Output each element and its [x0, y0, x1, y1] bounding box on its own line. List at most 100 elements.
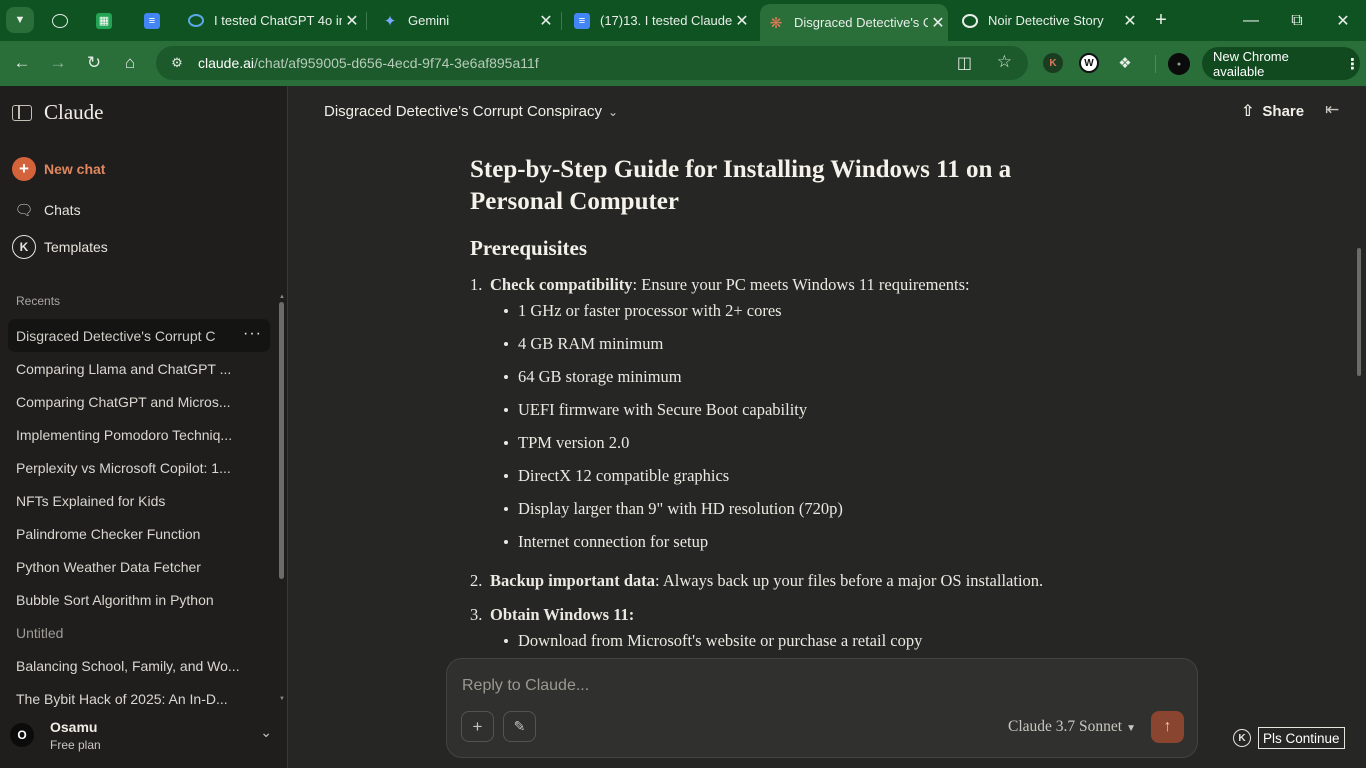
recent-chat-item[interactable]: Python Weather Data Fetcher: [8, 550, 270, 583]
tab-noir-detective[interactable]: Noir Detective Story ✕: [954, 0, 1140, 41]
recent-chat-title: Untitled: [16, 624, 64, 641]
conversation-title: Disgraced Detective's Corrupt Conspiracy: [324, 103, 602, 120]
recent-chat-item[interactable]: Comparing Llama and ChatGPT ...: [8, 352, 270, 385]
address-bar[interactable]: ⚙ claude.ai/chat/af959005-d656-4ecd-9f74…: [156, 46, 1028, 80]
close-icon[interactable]: ✕: [928, 13, 948, 33]
list-item: 64 GB storage minimum: [490, 365, 1110, 389]
scroll-up-icon[interactable]: ▲: [279, 294, 285, 300]
reply-composer[interactable]: Reply to Claude... + ✎ Claude 3.7 Sonnet…: [446, 658, 1198, 758]
tab-disgraced-detective[interactable]: ❋ Disgraced Detective's C ✕: [760, 4, 948, 41]
close-icon[interactable]: ✕: [1120, 11, 1140, 31]
tab-gemini[interactable]: ✦ Gemini ✕: [372, 0, 556, 41]
recent-chat-item[interactable]: Disgraced Detective's Corrupt C ···: [8, 319, 270, 352]
tab-pinned-2[interactable]: ▦: [88, 0, 120, 41]
browser-toolbar: ← → ↻ ⌂ ⚙ claude.ai/chat/af959005-d656-4…: [0, 41, 1366, 86]
chevron-down-icon: ▼: [1126, 723, 1136, 734]
step-title: Obtain Windows 11:: [490, 605, 635, 624]
recent-chat-item[interactable]: Palindrome Checker Function: [8, 517, 270, 550]
recent-chat-item[interactable]: Untitled: [8, 616, 270, 649]
recent-chat-item[interactable]: Perplexity vs Microsoft Copilot: 1...: [8, 451, 270, 484]
minimize-icon: —: [1243, 11, 1259, 29]
extension-w-icon[interactable]: W: [1079, 53, 1099, 73]
close-icon[interactable]: ✕: [732, 11, 752, 31]
home-icon: ⌂: [124, 53, 136, 72]
step-text: : Ensure your PC meets Windows 11 requir…: [632, 275, 970, 294]
new-tab-button[interactable]: +: [1150, 0, 1172, 41]
close-window-button[interactable]: ✕: [1320, 0, 1366, 41]
restore-icon: ⧉: [1291, 11, 1303, 29]
scroll-down-icon[interactable]: ▼: [279, 696, 285, 702]
tab-pinned-1[interactable]: [44, 0, 76, 41]
tab-search-button[interactable]: ▼: [6, 7, 34, 33]
recent-chat-title: NFTs Explained for Kids: [16, 492, 166, 509]
arrow-up-icon: ↑: [1163, 718, 1172, 735]
chrome-update-button[interactable]: New Chrome available ⋮: [1202, 47, 1360, 80]
install-app-icon[interactable]: ◫: [957, 53, 972, 73]
tab-title: I tested ChatGPT 4o im: [214, 13, 342, 28]
reply-input[interactable]: Reply to Claude...: [462, 677, 589, 695]
recent-chat-item[interactable]: Implementing Pomodoro Techniq...: [8, 418, 270, 451]
restore-button[interactable]: ⧉: [1274, 0, 1320, 41]
minimize-button[interactable]: —: [1228, 0, 1274, 41]
recent-chat-item[interactable]: The Bybit Hack of 2025: An In-D...: [8, 682, 270, 715]
recent-chat-title: Comparing Llama and ChatGPT ...: [16, 360, 232, 377]
recent-chat-item[interactable]: Bubble Sort Algorithm in Python: [8, 583, 270, 616]
tab-separator: [366, 12, 367, 30]
tab-chatgpt-4o[interactable]: I tested ChatGPT 4o im ✕: [178, 0, 362, 41]
more-horizontal-icon[interactable]: ···: [243, 325, 262, 343]
step-number: 1.: [470, 275, 483, 294]
share-icon: ⇧: [1241, 103, 1255, 120]
step-text: : Always back up your files before a maj…: [655, 571, 1044, 590]
forward-button[interactable]: →: [44, 49, 72, 77]
tab-pinned-3[interactable]: ≡: [136, 0, 168, 41]
message-heading: Step-by-Step Guide for Installing Window…: [470, 156, 1012, 215]
avatar: O: [10, 723, 34, 747]
extension-k-icon[interactable]: K: [1043, 53, 1063, 73]
list-item: 2. Backup important data: Always back up…: [470, 569, 1110, 593]
user-menu[interactable]: O Osamu Free plan ⌄: [10, 714, 278, 756]
tab-strip: ▼ ▦ ≡ I tested ChatGPT 4o im ✕ ✦ Gemini …: [0, 0, 1366, 41]
recent-chat-title: Comparing ChatGPT and Micros...: [16, 393, 231, 410]
sidebar: Claude + New chat 🗨 Chats K Templates Re…: [0, 86, 288, 768]
close-icon[interactable]: ✕: [342, 11, 362, 31]
reload-button[interactable]: ↻: [80, 49, 108, 77]
pls-continue-button[interactable]: Pls Continue: [1258, 727, 1345, 749]
list-item: UEFI firmware with Secure Boot capabilit…: [490, 398, 1110, 422]
sidebar-item-templates[interactable]: K Templates: [12, 235, 108, 259]
close-icon[interactable]: ✕: [536, 11, 556, 31]
back-button[interactable]: ←: [8, 49, 36, 77]
bullet-list: 1 GHz or faster processor with 2+ cores …: [490, 299, 1110, 554]
site-info-icon[interactable]: ⚙: [162, 50, 192, 76]
recent-chat-item[interactable]: NFTs Explained for Kids: [8, 484, 270, 517]
recent-chat-item[interactable]: Balancing School, Family, and Wo...: [8, 649, 270, 682]
attach-button[interactable]: +: [461, 711, 494, 742]
brand-name: Claude: [44, 100, 104, 124]
chatgpt-circle-icon: [188, 14, 204, 27]
conversation-title-button[interactable]: Disgraced Detective's Corrupt Conspiracy…: [324, 103, 618, 120]
recent-chat-item[interactable]: Comparing ChatGPT and Micros...: [8, 385, 270, 418]
sidebar-item-chats[interactable]: 🗨 Chats: [12, 198, 80, 222]
sidebar-scrollbar[interactable]: [279, 302, 284, 579]
sidebar-toggle-icon[interactable]: [12, 104, 32, 121]
chevron-down-icon: ⌄: [607, 104, 619, 119]
step-title: Backup important data: [490, 571, 656, 590]
chat-scrollbar[interactable]: [1357, 248, 1361, 376]
new-chat-button[interactable]: + New chat: [12, 157, 105, 181]
share-button[interactable]: ⇧ Share: [1241, 101, 1304, 121]
model-selector[interactable]: Claude 3.7 Sonnet ▼: [1008, 718, 1136, 736]
profile-avatar[interactable]: ●: [1168, 53, 1190, 75]
bookmark-star-icon[interactable]: ☆: [997, 52, 1012, 72]
send-button[interactable]: ↑: [1151, 711, 1184, 743]
tab-claude-test[interactable]: ≡ (17)13. I tested Claude ✕: [566, 0, 752, 41]
extensions-puzzle-icon[interactable]: ❖: [1115, 53, 1135, 73]
chat-bubble-icon: 🗨: [14, 202, 34, 219]
templates-k-icon: K: [12, 235, 36, 259]
collapse-panel-button[interactable]: ⇤: [1325, 100, 1339, 120]
claude-starburst-icon: ❋: [769, 14, 783, 32]
home-button[interactable]: ⌂: [116, 49, 144, 77]
recent-chat-title: Perplexity vs Microsoft Copilot: 1...: [16, 459, 231, 476]
style-button[interactable]: ✎: [503, 711, 536, 742]
plus-icon: +: [472, 716, 483, 736]
list-item: DirectX 12 compatible graphics: [490, 464, 1110, 488]
step-title: Check compatibility: [490, 275, 633, 294]
